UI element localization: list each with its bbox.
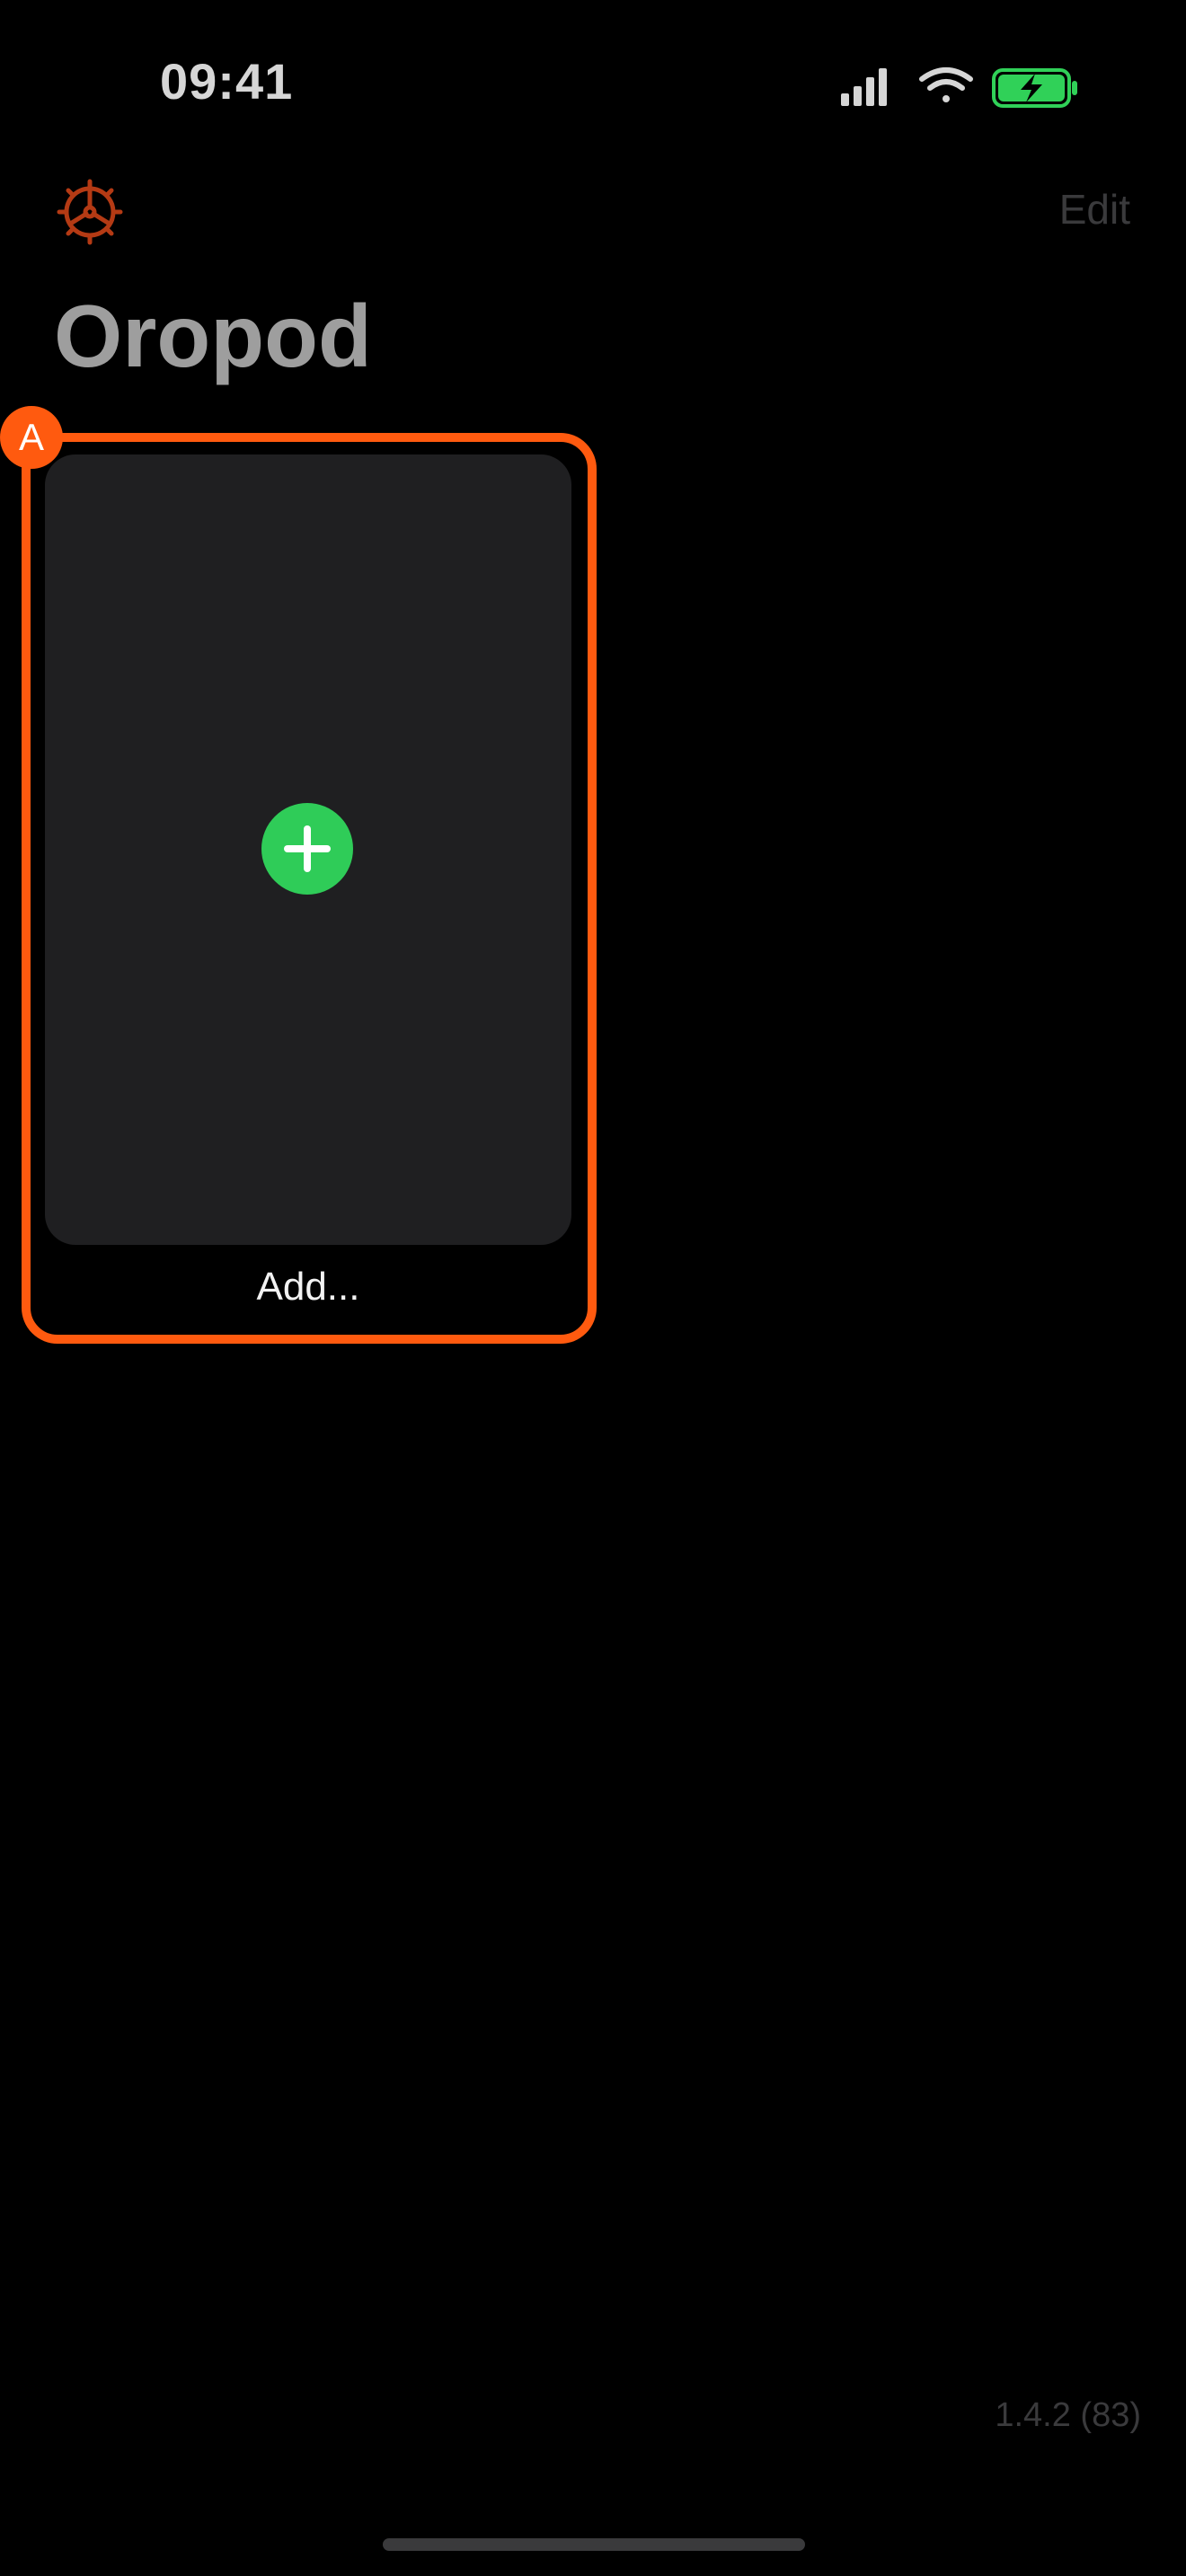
gear-icon	[57, 179, 123, 245]
add-label[interactable]: Add...	[45, 1265, 571, 1310]
battery-charging-icon	[992, 68, 1077, 108]
settings-button[interactable]	[56, 178, 124, 246]
edit-button[interactable]: Edit	[1059, 185, 1130, 234]
add-plus-button[interactable]	[261, 803, 353, 895]
page-title: Oropod	[54, 287, 372, 385]
plus-icon	[284, 825, 331, 872]
home-indicator[interactable]	[383, 2538, 805, 2551]
signal-icon	[841, 68, 887, 106]
version-label: 1.4.2 (83)	[995, 2396, 1141, 2434]
wifi-icon	[919, 67, 973, 102]
status-icons	[841, 67, 1077, 108]
highlight-badge: A	[0, 406, 63, 469]
status-time: 09:41	[160, 53, 294, 110]
